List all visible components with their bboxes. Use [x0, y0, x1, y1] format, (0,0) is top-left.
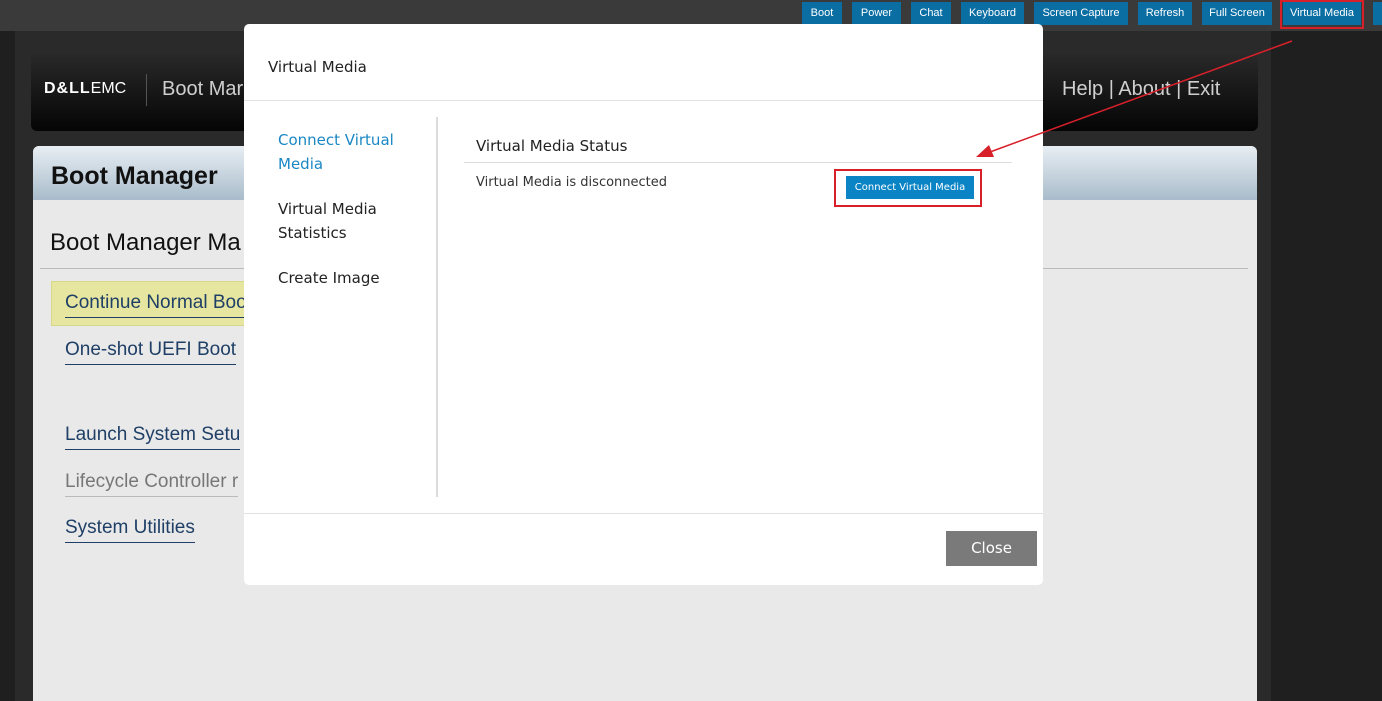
help-about-exit-links[interactable]: Help | About | Exit — [1062, 78, 1220, 101]
keyboard-button[interactable]: Keyboard — [961, 2, 1024, 25]
sidebar-divider — [436, 117, 438, 497]
menu-lifecycle-controller: Lifecycle Controller r — [65, 471, 239, 497]
menu-launch-system-setup[interactable]: Launch System Setu — [65, 424, 241, 450]
dialog-footer-divider — [244, 513, 1043, 514]
dialog-header-divider — [244, 100, 1043, 101]
power-button[interactable]: Power — [852, 2, 901, 25]
section-title: Boot Manager Ma — [50, 229, 241, 256]
connect-virtual-media-button[interactable]: Connect Virtual Media — [846, 176, 974, 199]
menu-one-shot-uefi-boot[interactable]: One-shot UEFI Boot — [65, 339, 237, 365]
status-heading: Virtual Media Status — [476, 137, 628, 155]
sidebar-item-virtual-media-statistics[interactable]: Virtual Media Statistics — [278, 197, 428, 245]
close-button[interactable]: Close — [946, 531, 1037, 566]
full-screen-button[interactable]: Full Screen — [1202, 2, 1272, 25]
status-text: Virtual Media is disconnected — [476, 175, 668, 190]
brand-separator — [146, 74, 147, 106]
screen-capture-button[interactable]: Screen Capture — [1034, 2, 1128, 25]
menu-system-utilities[interactable]: System Utilities — [65, 517, 195, 543]
toolbar-overflow-button[interactable] — [1373, 2, 1382, 25]
status-divider — [464, 162, 1012, 163]
chat-button[interactable]: Chat — [911, 2, 951, 25]
dell-emc-logo: D&LLEMC — [44, 80, 127, 97]
menu-continue-normal-boot[interactable]: Continue Normal Boo — [65, 292, 247, 318]
panel-title: Boot Manager — [51, 162, 218, 190]
virtual-media-dialog: Virtual Media Connect Virtual Media Virt… — [244, 24, 1043, 585]
boot-button[interactable]: Boot — [802, 2, 842, 25]
dialog-title: Virtual Media — [268, 58, 367, 76]
virtual-media-highlight — [1280, 0, 1364, 29]
brand-title: Boot Mar — [162, 78, 244, 100]
sidebar-item-create-image[interactable]: Create Image — [278, 266, 428, 290]
sidebar-item-connect-virtual-media[interactable]: Connect Virtual Media — [278, 128, 428, 176]
refresh-button[interactable]: Refresh — [1138, 2, 1192, 25]
